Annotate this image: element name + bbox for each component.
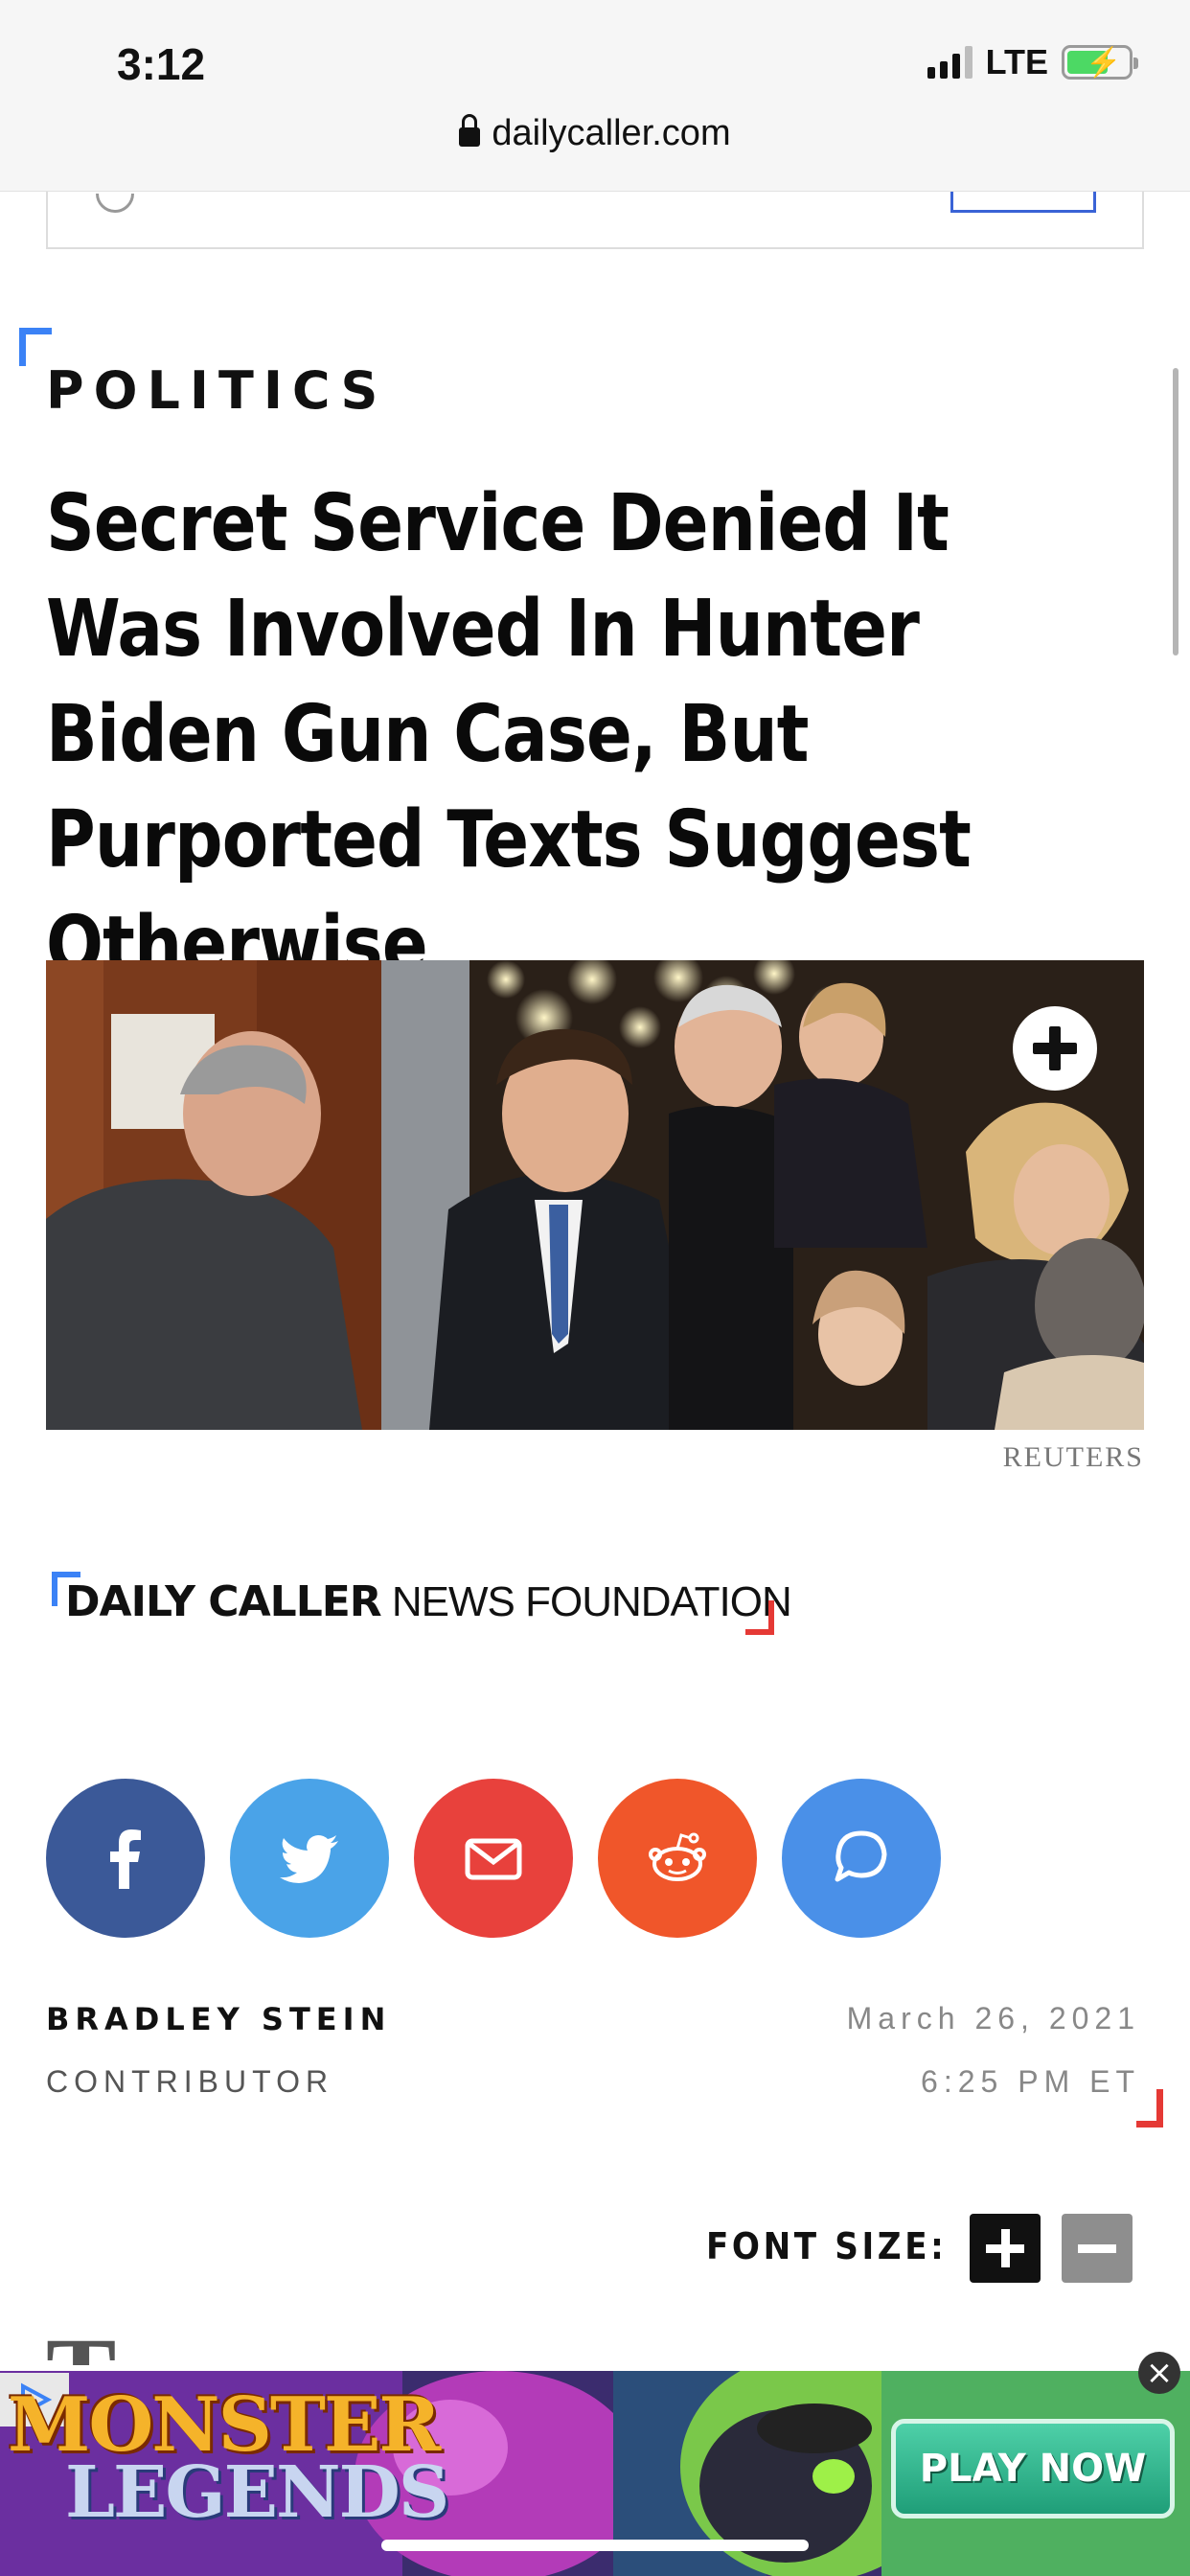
reddit-icon [649,1832,706,1881]
article-headline: Secret Service Denied It Was Involved In… [46,478,972,991]
facebook-icon [110,1829,141,1889]
lock-icon [459,114,481,147]
scrollbar[interactable] [1173,368,1179,656]
status-indicators: LTE ⚡ [927,42,1138,82]
author-role: CONTRIBUTOR [46,2064,334,2099]
byline-bracket-decoration [1136,2089,1163,2128]
font-size-label: FONT SIZE: [705,2225,947,2267]
share-email-button[interactable] [414,1779,573,1938]
mail-icon [465,1838,522,1880]
font-size-increase-button[interactable] [970,2214,1041,2283]
article-category[interactable]: POLITICS [46,360,387,421]
article-photo-illustration [46,960,1144,1430]
close-icon[interactable]: × [1138,2352,1180,2394]
author-name[interactable]: BRADLEY STEIN [46,2001,391,2037]
url-bar[interactable]: dailycaller.com [0,113,1190,154]
chat-bubble-icon [835,1830,887,1882]
network-type: LTE [985,42,1048,81]
logo-text-regular: NEWS FOUNDATION [391,1578,792,1625]
drop-cap-remnant: T [46,2327,132,2365]
article-photo[interactable] [46,960,1144,1430]
top-ad-remnant [46,192,1144,249]
browser-top-bar: 3:12 LTE ⚡ dailycaller.com [0,0,1190,192]
logo-bracket-right [745,1600,774,1635]
share-facebook-button[interactable] [46,1779,205,1938]
home-indicator[interactable] [381,2540,809,2551]
ad-title-line2: LEGENDS [65,2451,449,2534]
ad-remnant-button[interactable] [950,192,1096,213]
share-comments-button[interactable] [782,1779,941,1938]
publish-date: March 26, 2021 [846,2001,1140,2036]
url-text: dailycaller.com [492,113,731,153]
expand-image-button[interactable] [1013,1006,1097,1091]
share-reddit-button[interactable] [598,1779,757,1938]
font-size-decrease-button[interactable] [1062,2214,1133,2283]
ad-title: MONSTER LEGENDS [8,2388,449,2534]
logo-text-bold: DAILY CALLER [65,1577,382,1626]
battery-charging-icon: ⚡ [1062,45,1138,80]
publish-time: 6:25 PM ET [921,2064,1140,2099]
share-twitter-button[interactable] [230,1779,389,1938]
cellular-signal-icon [927,46,973,79]
dcnf-logo[interactable]: DAILY CALLER NEWS FOUNDATION [52,1572,792,1641]
ad-play-now-button[interactable]: PLAY NOW [891,2419,1175,2518]
minus-icon [1078,2243,1116,2253]
logo-text: DAILY CALLER NEWS FOUNDATION [65,1577,792,1626]
twitter-icon [280,1835,338,1883]
image-credit: REUTERS [1002,1441,1144,1473]
share-buttons [46,1779,941,1938]
status-time: 3:12 [117,39,206,89]
